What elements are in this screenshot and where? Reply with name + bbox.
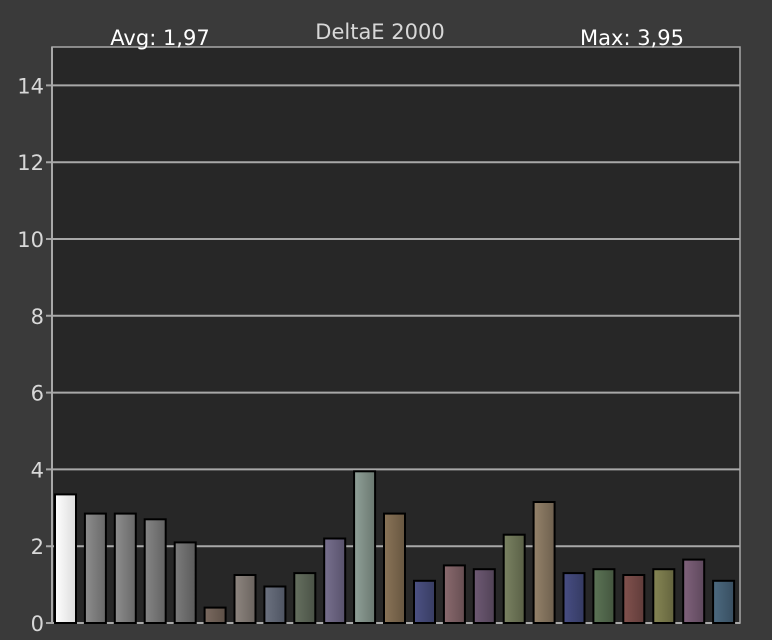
bar xyxy=(562,572,586,624)
y-tick-label: 14 xyxy=(17,74,44,98)
bar xyxy=(113,512,137,624)
bar xyxy=(203,606,227,624)
y-tick-label: 12 xyxy=(17,151,44,175)
max-annotation: Max: 3,95 xyxy=(580,26,684,50)
y-tick-label: 10 xyxy=(17,228,44,252)
bar xyxy=(353,470,377,624)
bar xyxy=(323,537,347,624)
bar xyxy=(293,572,317,624)
bar xyxy=(472,568,496,625)
bar xyxy=(263,585,287,624)
y-tick-label: 4 xyxy=(31,458,44,482)
bar xyxy=(502,533,526,625)
bar xyxy=(54,493,77,624)
bar xyxy=(532,501,556,624)
bar xyxy=(712,579,736,624)
bar xyxy=(622,574,646,624)
bar xyxy=(143,518,167,624)
y-tick-label: 8 xyxy=(31,305,44,329)
y-tick-label: 0 xyxy=(31,612,44,636)
bar xyxy=(652,568,676,625)
avg-annotation: Avg: 1,97 xyxy=(110,26,209,50)
bar xyxy=(83,512,107,624)
bar xyxy=(173,541,197,625)
bar xyxy=(682,558,706,624)
bar xyxy=(383,512,406,624)
bar xyxy=(233,574,257,624)
bar xyxy=(592,568,616,625)
bar xyxy=(413,579,436,624)
chart-title: DeltaE 2000 xyxy=(315,20,444,44)
bar xyxy=(442,564,466,625)
y-tick-label: 6 xyxy=(31,382,44,406)
y-tick-label: 2 xyxy=(31,535,44,559)
deltae-bar-chart: 0 2 4 6 8 10 12 14 DeltaE 2000 Avg: 1,97 Max: 3… xyxy=(0,0,772,640)
